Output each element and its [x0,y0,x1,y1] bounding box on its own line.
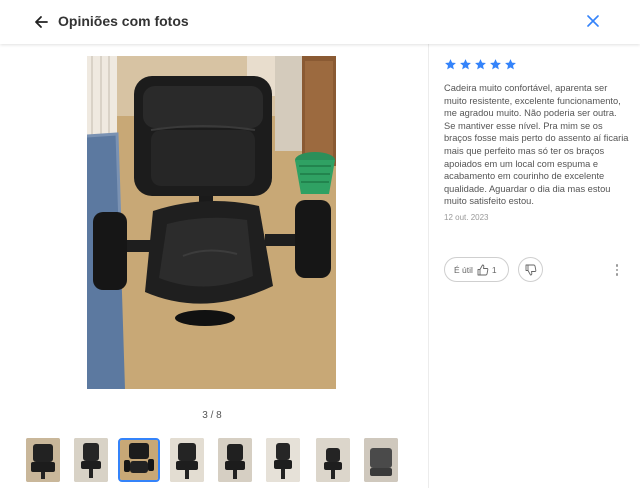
chair-thumbnail-image [364,438,398,482]
chair-thumbnail-image [266,438,300,482]
thumbnail-3[interactable] [118,438,160,482]
chair-thumbnail-image [120,440,158,480]
thumbnail-5[interactable] [218,438,252,482]
useful-label: É útil [454,264,473,275]
chair-thumbnail-image [218,438,252,482]
star-rating [444,58,630,72]
review-actions: É útil 1 [444,257,630,283]
star-icon [505,59,516,70]
star-icon [490,59,501,70]
review-text: Cadeira muito confortável, aparenta ser … [444,83,629,207]
not-useful-button[interactable] [518,257,543,282]
thumbnail-6[interactable] [266,438,300,482]
review-panel: Cadeira muito confortável, aparenta ser … [444,58,630,222]
useful-count: 1 [491,264,497,275]
review-date: 12 out. 2023 [444,212,489,222]
close-icon [587,15,599,27]
close-button[interactable] [582,10,604,32]
thumbnail-8[interactable] [364,438,398,482]
thumbnail-7[interactable] [316,438,350,482]
arrow-left-icon [35,16,48,28]
more-options-button[interactable] [612,261,622,279]
chair-thumbnail-image [74,438,108,482]
star-icon [445,59,456,70]
thumbnail-2[interactable] [74,438,108,482]
kebab-dot-icon [615,273,619,276]
back-button[interactable] [30,11,52,33]
photo-counter: 3 / 8 [202,410,222,421]
kebab-dot-icon [615,268,619,272]
star-icon [475,59,486,70]
modal-header: Opiniões com fotos [0,0,640,44]
office-chair-photo [87,56,336,389]
useful-button[interactable]: É útil 1 [444,257,509,282]
review-photo[interactable] [87,56,336,389]
thumbnail-1[interactable] [26,438,60,482]
page-title: Opiniões com fotos [58,13,189,29]
thumbnail-4[interactable] [170,438,204,482]
chair-thumbnail-image [170,438,204,482]
chair-thumbnail-image [26,438,60,482]
chair-thumbnail-image [316,438,350,482]
kebab-dot-icon [615,264,619,267]
thumbs-up-icon [477,264,489,275]
star-icon [460,59,471,70]
thumbs-down-icon [525,264,536,275]
panel-divider [428,44,429,488]
